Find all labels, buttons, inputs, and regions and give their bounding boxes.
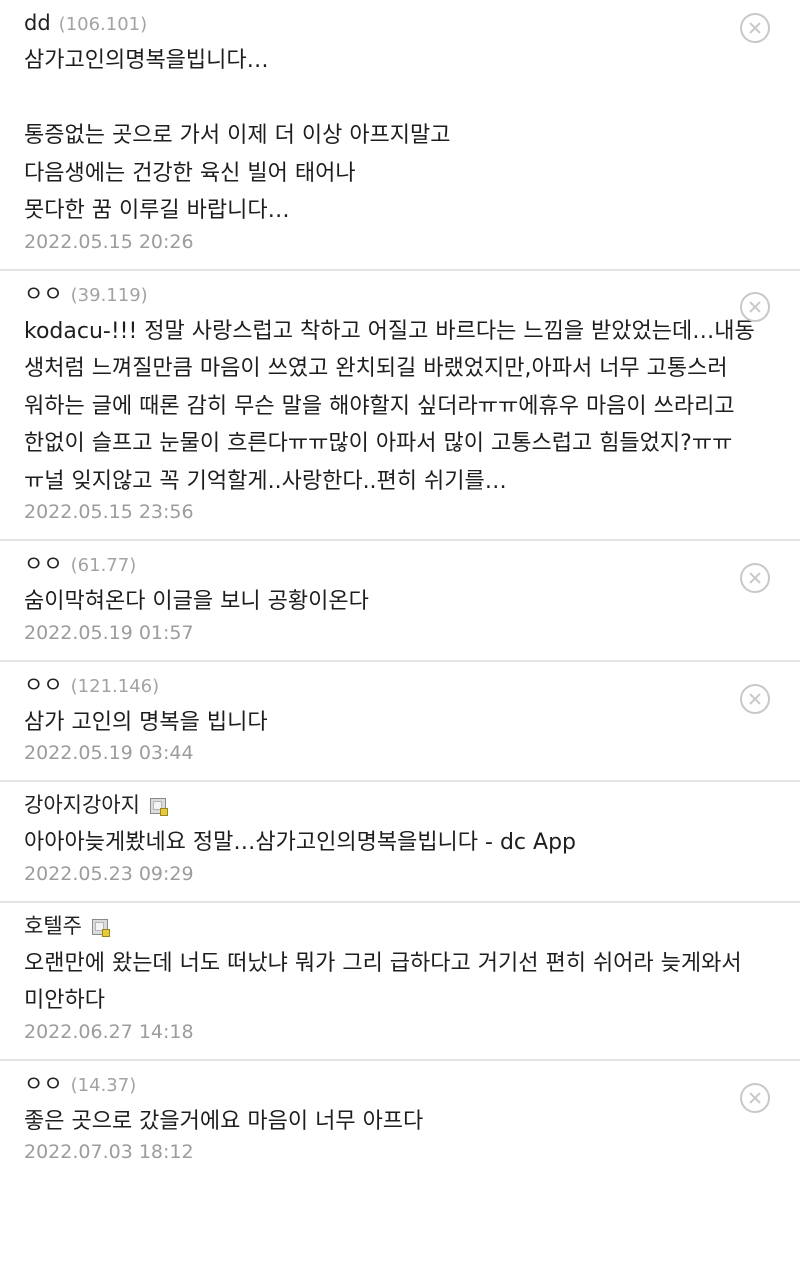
comment-text-line: 못다한 꿈 이루길 바랍니다…	[24, 198, 290, 223]
delete-comment-icon[interactable]	[740, 683, 770, 714]
comment-header: 강아지강아지	[24, 792, 730, 818]
comment-header: ㅇㅇ (121.146)	[24, 672, 730, 698]
comment-text-line: 다음생에는 건강한 육신 빌어 태어나	[24, 160, 356, 186]
gallog-member-icon[interactable]	[91, 918, 110, 937]
comment-text: 숨이막혀온다 이글을 보니 공황이온다	[24, 583, 730, 621]
comment-date: 2022.07.03 18:12	[24, 1141, 194, 1163]
comment-item: 강아지강아지 아아아늦게봤네요 정말…삼가고인의명복을빕니다 - dc App …	[0, 782, 800, 903]
comment-header: ㅇㅇ (14.37)	[24, 1071, 730, 1097]
comment-item: ㅇㅇ (121.146) 삼가 고인의 명복을 빕니다 2022.05.19 03…	[0, 662, 800, 782]
comment-text-line: kodacu-!!! 정말 사랑스럽고 착하고 어질고 바르다는 느낌을 받았었…	[24, 318, 755, 344]
comment-date: 2022.06.27 14:18	[24, 1020, 194, 1043]
comment-ip: (39.119)	[70, 284, 148, 306]
comment-text-line: 통증없는 곳으로 가서 이제 더 이상 아프지말고	[24, 123, 451, 148]
comment-ip: (121.146)	[70, 675, 160, 697]
comment-text-line	[24, 80, 730, 118]
comment-date: 2022.05.15 20:26	[24, 230, 194, 253]
comment-author[interactable]: 강아지강아지	[24, 793, 140, 817]
comment-text-line: 숨이막혀온다 이글을 보니 공황이온다	[24, 589, 369, 614]
comment-item: ㅇㅇ (61.77) 숨이막혀온다 이글을 보니 공황이온다 2022.05.19…	[0, 541, 800, 662]
delete-comment-icon[interactable]	[740, 563, 770, 593]
comment-ip: (14.37)	[70, 1074, 137, 1096]
comment-author[interactable]: ㅇㅇ	[24, 552, 63, 576]
comment-text-line: 오랜만에 왔는데 너도 떠났냐 뭐가 그리 급하다고 거기선 편히 쉬어라 늦게…	[24, 950, 742, 976]
gallog-member-icon[interactable]	[149, 798, 168, 816]
comment-list: dd (106.101) 삼가고인의명복을빕니다… 통증없는 곳으로 가서 이제 …	[0, 0, 800, 1179]
comment-item: ㅇㅇ (14.37) 좋은 곳으로 갔을거에요 마음이 너무 아프다 2022.0…	[0, 1061, 800, 1180]
comment-text: 오랜만에 왔는데 너도 떠났냐 뭐가 그리 급하다고 거기선 편히 쉬어라 늦게…	[24, 945, 786, 1020]
comment-header: ㅇㅇ (39.119)	[24, 281, 786, 307]
comment-ip: (61.77)	[70, 555, 137, 576]
comment-author[interactable]: dd	[24, 11, 51, 35]
comment-date: 2022.05.23 09:29	[24, 862, 194, 885]
comment-header: ㅇㅇ (61.77)	[24, 551, 730, 577]
comment-text-line: 삼가 고인의 명복을 빕니다	[24, 709, 268, 735]
comment-item: 호텔주 오랜만에 왔는데 너도 떠났냐 뭐가 그리 급하다고 거기선 편히 쉬어…	[0, 903, 800, 1061]
delete-comment-icon[interactable]	[740, 291, 770, 322]
comment-author[interactable]: ㅇㅇ	[24, 1072, 63, 1096]
comment-text: 삼가고인의명복을빕니다… 통증없는 곳으로 가서 이제 더 이상 아프지말고 다…	[24, 42, 730, 230]
comment-item: ㅇㅇ (39.119) kodacu-!!! 정말 사랑스럽고 착하고 어질고 바…	[0, 271, 800, 541]
comment-date: 2022.05.15 23:56	[24, 501, 194, 523]
comment-text: 삼가 고인의 명복을 빕니다	[24, 704, 730, 742]
comment-date: 2022.05.19 03:44	[24, 742, 194, 764]
comment-author[interactable]: ㅇㅇ	[24, 282, 63, 306]
comment-header: dd (106.101)	[24, 10, 730, 36]
comment-ip: (106.101)	[58, 14, 148, 35]
delete-comment-icon[interactable]	[740, 1082, 770, 1113]
delete-comment-icon[interactable]	[740, 13, 770, 43]
comment-text-line: 아아아늦게봤네요 정말…삼가고인의명복을빕니다 - dc App	[24, 830, 576, 855]
comment-text-line: 한없이 슬프고 눈물이 흐른다ㅠㅠ많이 아파서 많이 고통스럽고 힘들었지?ㅠㅠ	[24, 431, 733, 456]
comment-text-line: 워하는 글에 때론 감히 무슨 말을 해야할지 싶더라ㅠㅠ에휴우 마음이 쓰라리…	[24, 393, 735, 419]
comment-text: 아아아늦게봤네요 정말…삼가고인의명복을빕니다 - dc App	[24, 824, 730, 862]
comment-text-line: 미안하다	[24, 988, 105, 1013]
comment-item: dd (106.101) 삼가고인의명복을빕니다… 통증없는 곳으로 가서 이제 …	[0, 0, 800, 271]
comment-text-line: 생처럼 느껴질만큼 마음이 쓰였고 완치되길 바랬었지만,아파서 너무 고통스러	[24, 356, 728, 381]
comment-date: 2022.05.19 01:57	[24, 621, 194, 644]
comment-text: kodacu-!!! 정말 사랑스럽고 착하고 어질고 바르다는 느낌을 받았었…	[24, 313, 786, 501]
comment-author[interactable]: ㅇㅇ	[24, 673, 63, 697]
comment-author[interactable]: 호텔주	[24, 914, 82, 938]
comment-text-line: 삼가고인의명복을빕니다…	[24, 48, 269, 73]
comment-text-line: ㅠ널 잊지않고 꼭 기억할게..사랑한다..편히 쉬기를…	[24, 468, 507, 494]
comment-header: 호텔주	[24, 913, 786, 939]
comment-text-line: 좋은 곳으로 갔을거에요 마음이 너무 아프다	[24, 1108, 424, 1134]
comment-text: 좋은 곳으로 갔을거에요 마음이 너무 아프다	[24, 1103, 730, 1141]
